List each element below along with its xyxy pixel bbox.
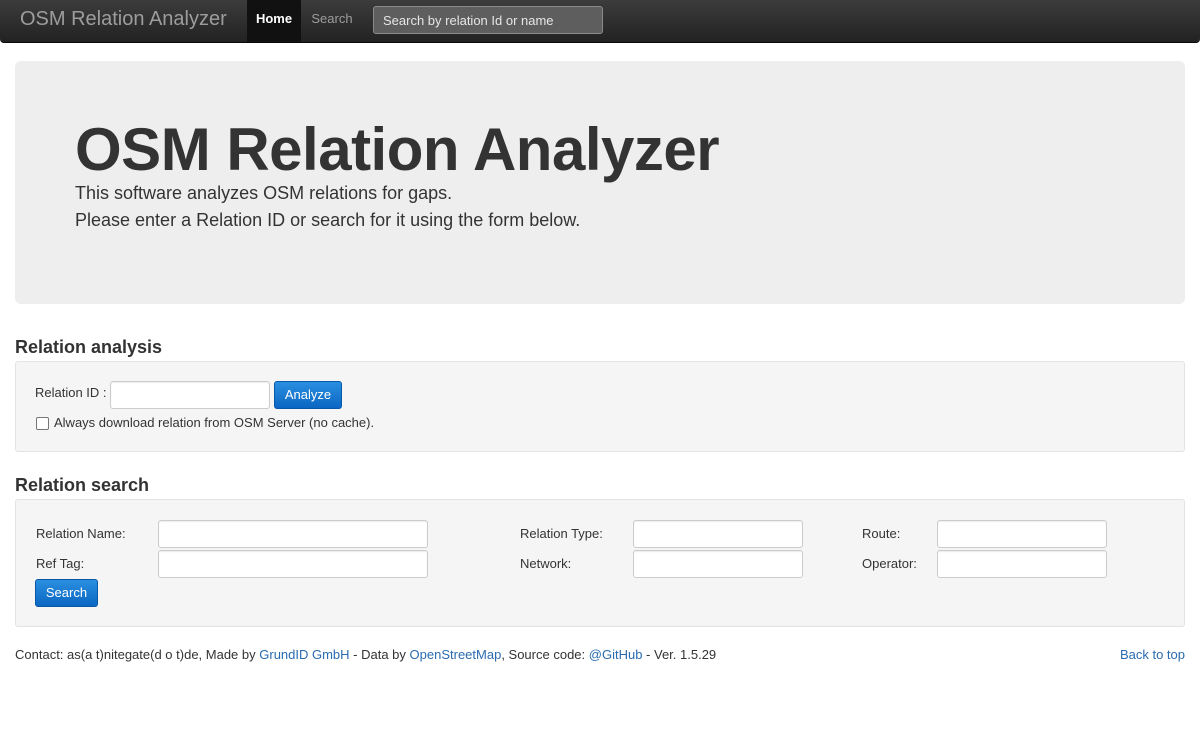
hero-description-line-2: Please enter a Relation ID or search for… bbox=[75, 210, 581, 230]
relation-type-input[interactable] bbox=[633, 520, 803, 548]
route-input[interactable] bbox=[937, 520, 1107, 548]
top-navbar: OSM Relation Analyzer Home Search bbox=[0, 0, 1200, 43]
network-label: Network: bbox=[520, 556, 572, 571]
relation-analysis-heading: Relation analysis bbox=[15, 337, 163, 357]
network-input[interactable] bbox=[633, 550, 803, 578]
relation-type-label: Relation Type: bbox=[520, 526, 603, 541]
navbar-search-input[interactable] bbox=[373, 6, 603, 34]
hero-panel: OSM Relation Analyzer This software anal… bbox=[15, 61, 1185, 304]
operator-label: Operator: bbox=[862, 556, 917, 571]
relation-name-label: Relation Name: bbox=[36, 526, 126, 541]
relation-id-label: Relation ID : bbox=[35, 385, 107, 400]
hero-description-line-1: This software analyzes OSM relations for… bbox=[75, 183, 453, 203]
grundid-link[interactable]: GrundID GmbH bbox=[259, 647, 349, 662]
no-cache-checkbox[interactable] bbox=[36, 417, 49, 430]
footer-source-prefix: , Source code: bbox=[501, 647, 589, 662]
footer-version: - Ver. 1.5.29 bbox=[642, 647, 717, 662]
route-label: Route: bbox=[862, 526, 901, 541]
navbar-brand[interactable]: OSM Relation Analyzer bbox=[20, 8, 227, 30]
nav-search-link[interactable]: Search bbox=[301, 0, 363, 42]
relation-name-input[interactable] bbox=[158, 520, 428, 548]
openstreetmap-link[interactable]: OpenStreetMap bbox=[410, 647, 502, 662]
analyze-button[interactable]: Analyze bbox=[274, 381, 342, 409]
search-button[interactable]: Search bbox=[35, 579, 98, 607]
relation-search-form: Relation Name: Ref Tag: Relation Type: N… bbox=[15, 499, 1185, 627]
hero-title: OSM Relation Analyzer bbox=[75, 116, 720, 183]
back-to-top-link[interactable]: Back to top bbox=[1120, 647, 1185, 663]
nav-home-link[interactable]: Home bbox=[247, 0, 301, 42]
relation-analysis-form: Relation ID : Analyze Always download re… bbox=[15, 361, 1185, 452]
footer-data-prefix: - Data by bbox=[349, 647, 410, 662]
relation-search-heading: Relation search bbox=[15, 475, 150, 495]
footer-contact: Contact: as(a t)nitegate(d o t)de, Made … bbox=[15, 647, 260, 662]
footer-text: Contact: as(a t)nitegate(d o t)de, Made … bbox=[15, 647, 716, 663]
relation-id-input[interactable] bbox=[110, 381, 270, 409]
operator-input[interactable] bbox=[937, 550, 1107, 578]
github-link[interactable]: @GitHub bbox=[589, 647, 643, 662]
no-cache-label[interactable]: Always download relation from OSM Server… bbox=[54, 415, 374, 431]
ref-tag-input[interactable] bbox=[158, 550, 428, 578]
ref-tag-label: Ref Tag: bbox=[36, 556, 85, 571]
